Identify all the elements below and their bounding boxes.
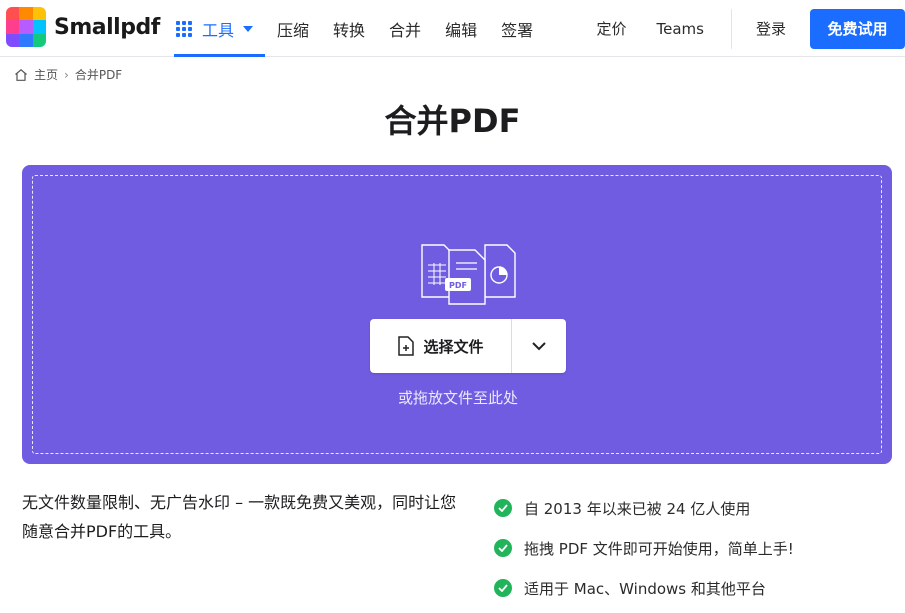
brand-name: Smallpdf (54, 14, 160, 40)
breadcrumb-separator: › (64, 67, 69, 82)
feature-text: 适用于 Mac、Windows 和其他平台 (524, 579, 766, 598)
feature-item: 拖拽 PDF 文件即可开始使用，简单上手! (494, 528, 794, 568)
free-trial-button[interactable]: 免费试用 (810, 8, 905, 49)
tool-description: 无文件数量限制、无广告水印 – 一款既免费又美观，同时让您随意合并PDF的工具。 (22, 493, 457, 541)
page-title: 合并PDF (384, 102, 521, 140)
breadcrumb: 主页 › 合并PDF (14, 66, 122, 83)
nav-divider (730, 8, 732, 49)
nav-pricing[interactable]: 定价 (582, 18, 642, 39)
nav-sign[interactable]: 签署 (489, 0, 545, 57)
nav-tools-menu[interactable]: 工具 (174, 0, 266, 57)
choose-source-dropdown[interactable] (512, 319, 566, 373)
main-nav: 工具 压缩 转换 合并 编辑 签署 (174, 0, 545, 57)
nav-compress[interactable]: 压缩 (265, 0, 321, 57)
logo-mark-icon (6, 7, 46, 47)
nav-edit[interactable]: 编辑 (433, 0, 489, 57)
breadcrumb-current: 合并PDF (74, 68, 123, 82)
nav-merge[interactable]: 合并 (377, 0, 433, 57)
feature-text: 自 2013 年以来已被 24 亿人使用 (524, 499, 751, 518)
dropzone-dashed-border: PDF 选择文件 或拖放文件至此处 (32, 175, 882, 454)
file-dropzone[interactable]: PDF 选择文件 或拖放文件至此处 (22, 165, 892, 464)
svg-text:PDF: PDF (449, 281, 467, 290)
feature-item: 适用于 Mac、Windows 和其他平台 (494, 568, 794, 608)
choose-files-label: 选择文件 (423, 337, 484, 356)
top-navigation-bar: Smallpdf 工具 压缩 转换 合并 编辑 签署 定价 Teams 登录 免… (0, 0, 905, 57)
smallpdf-logo[interactable]: Smallpdf (6, 7, 160, 47)
chevron-down-icon (532, 342, 546, 351)
choose-files-main[interactable]: 选择文件 (370, 319, 512, 373)
feature-text: 拖拽 PDF 文件即可开始使用，简单上手! (524, 539, 794, 558)
drop-hint-text: 或拖放文件至此处 (397, 389, 518, 407)
check-circle-icon (494, 499, 512, 517)
choose-files-button[interactable]: 选择文件 (370, 319, 566, 373)
feature-item: 自 2013 年以来已被 24 亿人使用 (494, 488, 794, 528)
login-link[interactable]: 登录 (742, 18, 810, 39)
check-circle-icon (494, 579, 512, 597)
nav-convert[interactable]: 转换 (321, 0, 377, 57)
check-circle-icon (494, 539, 512, 557)
right-nav: 定价 Teams 登录 免费试用 (582, 0, 905, 57)
files-illustration-icon: PDF (421, 244, 516, 305)
feature-list: 自 2013 年以来已被 24 亿人使用 拖拽 PDF 文件即可开始使用，简单上… (494, 488, 794, 608)
nav-teams[interactable]: Teams (642, 20, 719, 38)
file-add-icon (398, 336, 415, 356)
grid-icon (176, 20, 192, 37)
nav-tools-label: 工具 (202, 20, 235, 40)
home-icon (15, 68, 27, 81)
breadcrumb-home[interactable]: 主页 (34, 66, 58, 83)
caret-down-icon (243, 25, 254, 32)
